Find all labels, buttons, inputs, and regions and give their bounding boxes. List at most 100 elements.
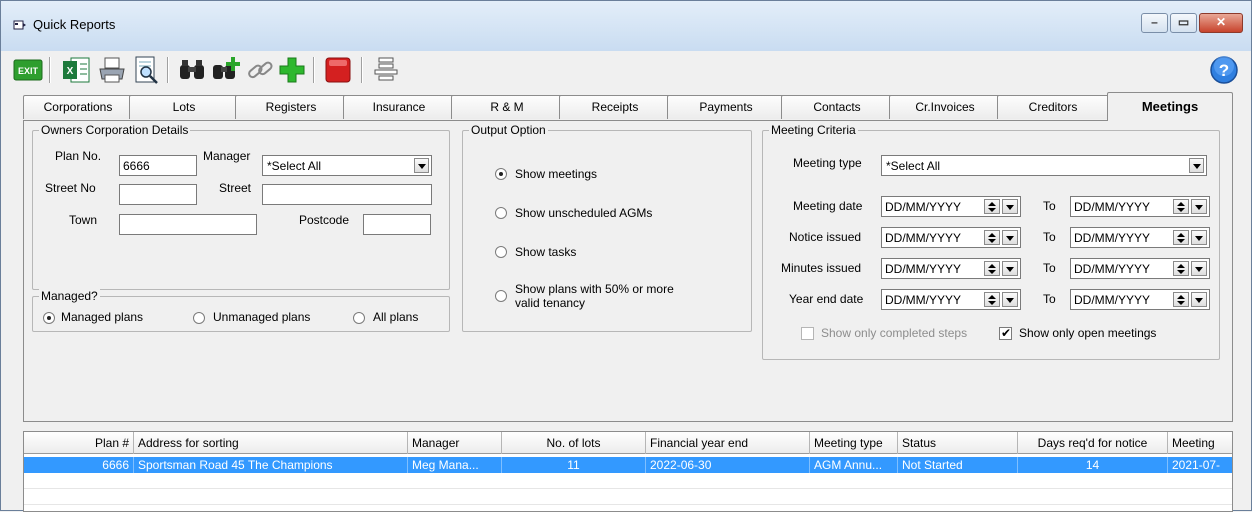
manager-select[interactable]: *Select All <box>262 155 432 176</box>
managed-plans-radio[interactable] <box>43 312 55 324</box>
tab-creditors[interactable]: Creditors <box>997 95 1109 119</box>
table-cell: 6666 <box>24 457 134 473</box>
column-header[interactable]: Days req'd for notice <box>1018 432 1168 454</box>
minimize-button[interactable]: – <box>1141 13 1168 33</box>
town-input[interactable] <box>119 214 257 235</box>
spin-button[interactable] <box>1173 292 1189 307</box>
find-button[interactable] <box>177 55 207 85</box>
town-label: Town <box>69 213 98 227</box>
spin-button[interactable] <box>984 199 1000 214</box>
column-header[interactable]: Manager <box>408 432 502 454</box>
close-button[interactable]: ✕ <box>1199 13 1243 33</box>
notice-issued-from[interactable]: DD/MM/YYYY <box>881 227 1021 248</box>
column-header[interactable]: Meeting type <box>810 432 898 454</box>
help-button[interactable]: ? <box>1209 55 1239 85</box>
spin-button[interactable] <box>984 292 1000 307</box>
tab-receipts[interactable]: Receipts <box>559 95 671 119</box>
year-end-date-from[interactable]: DD/MM/YYYY <box>881 289 1021 310</box>
column-header[interactable]: No. of lots <box>502 432 646 454</box>
calendar-dropdown[interactable] <box>1002 292 1018 307</box>
show-unscheduled-agms-radio[interactable] <box>495 207 507 219</box>
to-label: To <box>1043 230 1056 244</box>
column-header[interactable]: Status <box>898 432 1018 454</box>
spin-button[interactable] <box>984 230 1000 245</box>
meeting-date-to[interactable]: DD/MM/YYYY <box>1070 196 1210 217</box>
toolbar-separator <box>167 57 169 83</box>
column-header[interactable]: Plan # <box>24 432 134 454</box>
tab-cr-invoices[interactable]: Cr.Invoices <box>889 95 1001 119</box>
minutes-issued-from[interactable]: DD/MM/YYYY <box>881 258 1021 279</box>
postcode-input[interactable] <box>363 214 431 235</box>
maximize-button[interactable]: ▭ <box>1170 13 1197 33</box>
minutes-issued-to[interactable]: DD/MM/YYYY <box>1070 258 1210 279</box>
toolbar: EXIT X ? <box>1 51 1251 89</box>
meeting-date-from[interactable]: DD/MM/YYYY <box>881 196 1021 217</box>
calendar-dropdown[interactable] <box>1191 261 1207 276</box>
print-preview-button[interactable] <box>131 55 161 85</box>
show-tasks-radio[interactable] <box>495 246 507 258</box>
exit-button[interactable]: EXIT <box>13 55 43 85</box>
table-cell: 2021-07- <box>1168 457 1232 473</box>
tab-registers[interactable]: Registers <box>235 95 347 119</box>
show-unscheduled-agms-label: Show unscheduled AGMs <box>515 206 653 220</box>
find-next-button[interactable] <box>211 55 241 85</box>
plan-no-input[interactable]: 6666 <box>119 155 197 176</box>
show-meetings-label: Show meetings <box>515 167 598 181</box>
chevron-down-icon <box>418 164 426 169</box>
calendar-dropdown[interactable] <box>1002 230 1018 245</box>
street-label: Street <box>219 181 252 195</box>
excel-export-button[interactable]: X <box>61 55 91 85</box>
print-button[interactable] <box>97 55 127 85</box>
notice-issued-label: Notice issued <box>789 230 862 244</box>
unmanaged-plans-radio[interactable] <box>193 312 205 324</box>
align-button[interactable] <box>371 55 401 85</box>
show-meetings-radio[interactable] <box>495 168 507 180</box>
column-header[interactable]: Meeting <box>1168 432 1232 454</box>
tab-contacts[interactable]: Contacts <box>781 95 893 119</box>
spin-button[interactable] <box>1173 199 1189 214</box>
spin-button[interactable] <box>984 261 1000 276</box>
tab-lots[interactable]: Lots <box>129 95 239 119</box>
street-input[interactable] <box>262 184 432 205</box>
notice-issued-to[interactable]: DD/MM/YYYY <box>1070 227 1210 248</box>
calendar-dropdown[interactable] <box>1191 199 1207 214</box>
tab-insurance[interactable]: Insurance <box>343 95 455 119</box>
tab-payments[interactable]: Payments <box>667 95 785 119</box>
street-no-input[interactable] <box>119 184 197 205</box>
calendar-dropdown[interactable] <box>1002 261 1018 276</box>
spin-button[interactable] <box>1173 230 1189 245</box>
title-bar: Quick Reports – ▭ ✕ <box>1 1 1251 51</box>
exit-icon: EXIT <box>13 59 43 81</box>
date-value: DD/MM/YYYY <box>885 262 962 276</box>
link-button[interactable] <box>245 55 275 85</box>
show-open-meetings-checkbox[interactable] <box>999 326 1012 340</box>
group-title: Meeting Criteria <box>769 123 858 137</box>
date-value: DD/MM/YYYY <box>1074 293 1151 307</box>
tab-r-and-m[interactable]: R & M <box>451 95 563 119</box>
show-open-meetings-label: Show only open meetings <box>1019 326 1157 340</box>
show-plans-valid-tenancy-label-2: valid tenancy <box>515 296 586 310</box>
year-end-date-to[interactable]: DD/MM/YYYY <box>1070 289 1210 310</box>
meeting-type-select[interactable]: *Select All <box>881 155 1207 176</box>
tab-meetings[interactable]: Meetings <box>1107 92 1233 121</box>
dropdown-button[interactable] <box>1189 158 1204 173</box>
owners-corporation-group: Owners Corporation Details Plan No. 6666… <box>32 123 450 290</box>
tab-corporations[interactable]: Corporations <box>23 95 133 119</box>
column-header[interactable]: Financial year end <box>646 432 810 454</box>
all-plans-radio[interactable] <box>353 312 365 324</box>
table-row[interactable]: 6666 Sportsman Road 45 The Champions Meg… <box>24 457 1232 473</box>
show-plans-valid-tenancy-radio[interactable] <box>495 290 507 302</box>
calendar-dropdown[interactable] <box>1191 230 1207 245</box>
group-title: Output Option <box>469 123 548 137</box>
stop-button[interactable] <box>323 55 353 85</box>
add-button[interactable] <box>277 55 307 85</box>
close-icon: ✕ <box>1215 15 1227 29</box>
dropdown-button[interactable] <box>414 158 429 173</box>
show-completed-steps-checkbox[interactable] <box>801 327 814 340</box>
calendar-dropdown[interactable] <box>1191 292 1207 307</box>
toolbar-separator <box>49 57 51 83</box>
spin-button[interactable] <box>1173 261 1189 276</box>
empty-row <box>24 473 1232 489</box>
calendar-dropdown[interactable] <box>1002 199 1018 214</box>
column-header[interactable]: Address for sorting <box>134 432 408 454</box>
